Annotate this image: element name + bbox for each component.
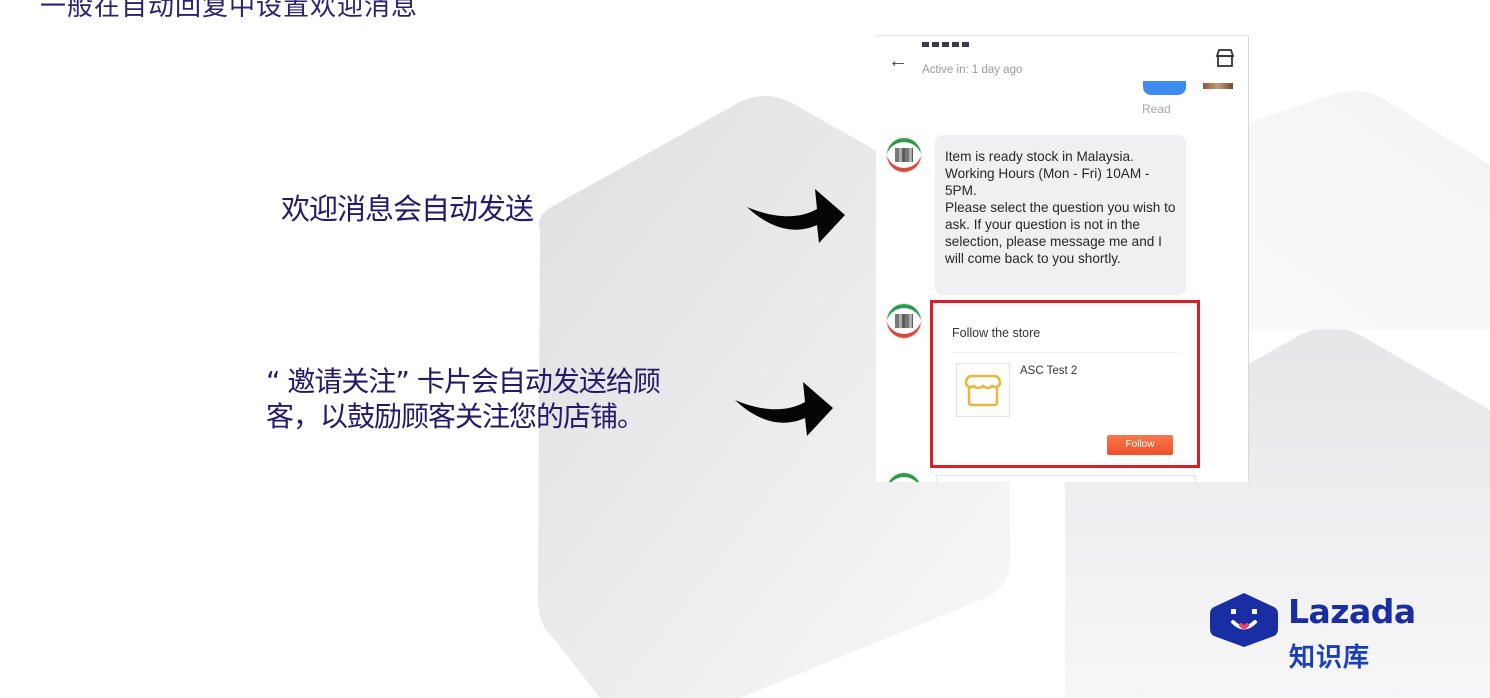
store-icon[interactable] xyxy=(1214,48,1236,68)
arrow-right-icon xyxy=(747,189,845,243)
follow-store-card[interactable]: Follow the store ASC Test 2 Follow xyxy=(941,308,1191,460)
arrow-right-icon xyxy=(735,382,833,436)
lazada-brand-name: Lazada xyxy=(1288,592,1416,631)
next-message-bubble xyxy=(936,475,1196,482)
shop-placeholder-icon xyxy=(964,374,1002,407)
sent-message-bubble xyxy=(1143,81,1186,95)
seller-avatar xyxy=(886,303,922,339)
shop-thumbnail[interactable] xyxy=(956,363,1010,417)
user-avatar xyxy=(1203,83,1233,89)
welcome-caption: 欢迎消息会自动发送 xyxy=(281,192,534,226)
seller-avatar xyxy=(886,137,922,173)
follow-card-title: Follow the store xyxy=(952,326,1041,340)
invite-caption: “ 邀请关注” 卡片会自动发送给顾 客，以鼓励顾客关注您的店铺。 xyxy=(266,365,661,433)
back-arrow-icon[interactable]: ← xyxy=(888,50,908,73)
chat-screenshot: ← Active in: 1 day ago Read Item is read… xyxy=(876,35,1249,482)
divider xyxy=(952,352,1178,353)
knowledge-base-label: 知识库 xyxy=(1289,643,1371,673)
shop-name: ASC Test 2 xyxy=(1020,365,1078,377)
follow-button[interactable]: Follow xyxy=(1107,435,1173,455)
contact-name-redacted xyxy=(922,42,969,47)
follow-store-card-highlight: Follow the store ASC Test 2 Follow xyxy=(930,300,1200,468)
seller-avatar xyxy=(886,472,922,482)
read-receipt: Read xyxy=(1142,102,1171,116)
slide-title: 一般在自动回复中设置欢迎消息 xyxy=(40,0,419,22)
lazada-logo-icon xyxy=(1210,593,1278,647)
active-status: Active in: 1 day ago xyxy=(922,64,1023,76)
welcome-message-text: Item is ready stock in Malaysia. Working… xyxy=(945,149,1176,266)
